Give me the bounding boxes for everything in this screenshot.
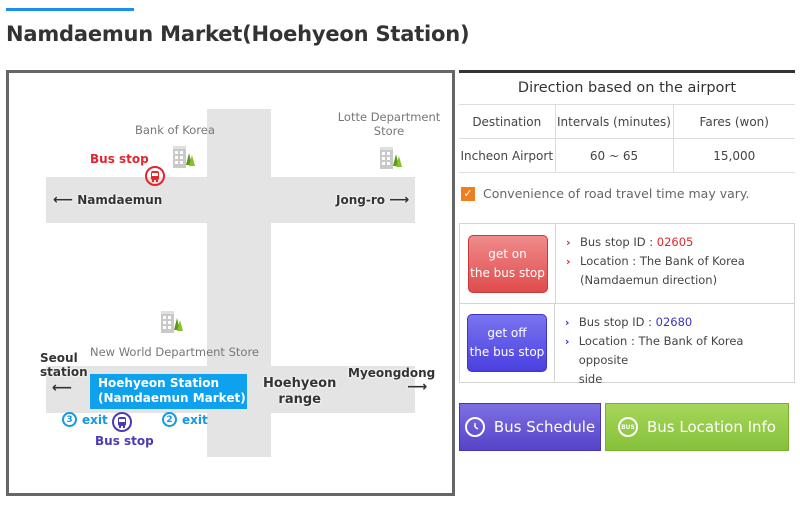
arrow-right-icon: ⟶ (389, 192, 410, 208)
arrow-left-icon: ⟵ (53, 192, 74, 208)
bus-stop-id: 02605 (656, 235, 694, 249)
action-buttons: Bus Schedule BUS Bus Location Info (459, 403, 795, 451)
bus-badge-icon: BUS (618, 417, 638, 437)
fare-table-header-row: Destination Intervals (minutes) Fares (w… (459, 104, 795, 139)
building-icon (380, 147, 402, 169)
building-icon (161, 311, 183, 333)
chevron-right-icon: › (564, 335, 570, 348)
area-map: Bank of Korea Lotte Department Store Bus… (6, 70, 455, 496)
bus-stop-label-alighting: Bus stop (95, 434, 154, 448)
bus-schedule-button[interactable]: Bus Schedule (459, 403, 601, 451)
arrow-left-icon: ⟵ (52, 380, 73, 396)
arrow-right-icon: ⟶ (407, 379, 428, 395)
get-on-bus-stop-button[interactable]: get on the bus stop (467, 234, 548, 293)
bus-stop-id: 02680 (655, 315, 693, 329)
landmark-bank-of-korea: Bank of Korea (135, 123, 215, 137)
column-header-intervals: Intervals (minutes) (554, 104, 674, 139)
chevron-right-icon: › (566, 236, 571, 249)
cell-fare: 15,000 (672, 138, 795, 173)
page-title: Namdaemun Market(Hoehyeon Station) (6, 22, 470, 46)
exit-number-3-icon: 3 (62, 412, 77, 427)
clock-icon (464, 417, 485, 437)
road-label-hoehyeon-range: Hoehyeon range (263, 376, 337, 407)
hoehyeon-station-box[interactable]: Hoehyeon Station (Namdaemun Market) (90, 374, 247, 409)
stop-info-boarding: › Bus stop ID : 02605 › Location : The B… (556, 224, 745, 303)
route-info-panel: Direction based on the airport Destinati… (459, 70, 795, 451)
road-label-myeongdong: Myeongdong ⟶ (348, 366, 436, 395)
cell-interval: 60 ~ 65 (554, 138, 674, 173)
chevron-right-icon: › (566, 255, 571, 268)
road-label-seoul-station: Seoul station (40, 351, 88, 379)
list-item: get off the bus stop › Bus stop ID : 026… (460, 303, 794, 386)
fare-table: Destination Intervals (minutes) Fares (w… (459, 104, 795, 173)
bus-stop-icon-alighting[interactable] (112, 412, 132, 432)
checkmark-icon: ✓ (461, 186, 475, 201)
stop-info-alighting: › Bus stop ID : 02680 › Location : The B… (555, 304, 794, 386)
landmark-lotte-department-store: Lotte Department Store (337, 110, 441, 138)
bus-stop-icon-boarding[interactable] (145, 166, 165, 186)
exit-2: 2 exit (162, 412, 208, 427)
chevron-right-icon: › (564, 316, 570, 329)
panel-heading: Direction based on the airport (517, 80, 737, 96)
landmark-new-world-department-store: New World Department Store (90, 345, 259, 359)
road-label-namdaemun: ⟵ Namdaemun (53, 192, 163, 208)
column-header-destination: Destination (459, 104, 556, 139)
bus-location-info-button[interactable]: BUS Bus Location Info (605, 403, 789, 451)
column-header-fares: Fares (won) (672, 104, 795, 139)
table-row: Incheon Airport 60 ~ 65 15,000 (459, 138, 795, 173)
cell-destination: Incheon Airport (459, 138, 556, 173)
get-off-bus-stop-button[interactable]: get off the bus stop (466, 314, 547, 372)
title-accent-bar (6, 8, 134, 11)
building-icon (173, 146, 195, 168)
exit-number-2-icon: 2 (162, 412, 177, 427)
bus-stops-list: get on the bus stop › Bus stop ID : 0260… (459, 223, 795, 386)
exit-3: 3 exit (62, 412, 108, 427)
road-label-jongro: Jong-ro ⟶ (336, 192, 410, 208)
bus-stop-label-boarding: Bus stop (90, 152, 149, 166)
list-item: get on the bus stop › Bus stop ID : 0260… (460, 224, 794, 303)
travel-time-notice: ✓ Convenience of road travel time may va… (461, 186, 795, 201)
